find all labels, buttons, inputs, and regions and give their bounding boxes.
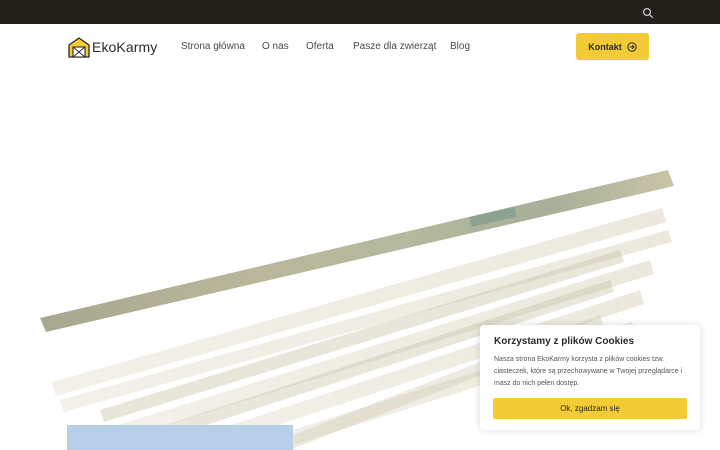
contact-button[interactable]: Kontakt bbox=[576, 33, 649, 60]
search-icon[interactable] bbox=[642, 6, 654, 19]
nav-item-offer[interactable]: Oferta bbox=[306, 41, 334, 52]
cookie-consent-dialog: Korzystamy z plików Cookies Nasza strona… bbox=[480, 325, 700, 430]
accept-cookies-button[interactable]: Ok, zgadzam się bbox=[493, 398, 687, 419]
arrow-right-circle-icon bbox=[627, 41, 637, 52]
cookie-title: Korzystamy z plików Cookies bbox=[494, 336, 635, 347]
contact-button-label: Kontakt bbox=[588, 41, 622, 52]
logo[interactable]: EkoKarmy bbox=[68, 34, 157, 60]
nav-item-home[interactable]: Strona główna bbox=[181, 41, 245, 52]
site-header: EkoKarmy Strona główna O nas Oferta Pasz… bbox=[0, 24, 720, 70]
barn-logo-icon bbox=[68, 37, 90, 58]
nav-item-blog[interactable]: Blog bbox=[450, 41, 470, 52]
cookie-text: Nasza strona EkoKarmy korzysta z plików … bbox=[494, 356, 683, 387]
top-bar bbox=[0, 0, 720, 24]
nav-item-animal-feed[interactable]: Pasze dla zwierząt bbox=[353, 41, 436, 52]
nav-item-about[interactable]: O nas bbox=[262, 41, 289, 52]
logo-text: EkoKarmy bbox=[92, 39, 158, 55]
hero-content-box bbox=[67, 425, 293, 450]
